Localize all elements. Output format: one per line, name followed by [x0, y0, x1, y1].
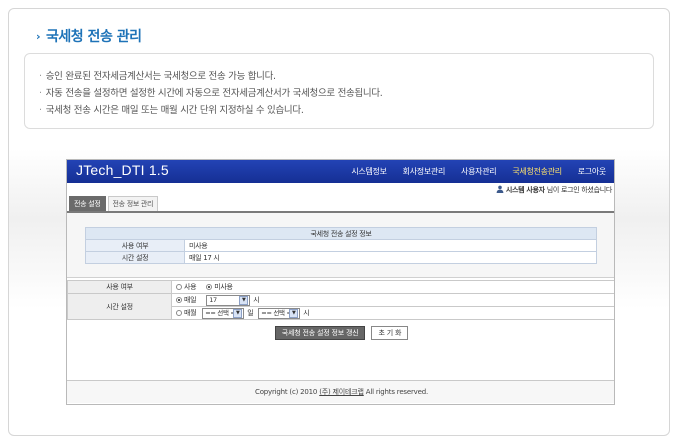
settings-label: 시간 설정: [85, 251, 185, 264]
top-nav: 시스템정보 회사정보관리 사용자관리 국세청전송관리 로그아웃: [343, 160, 614, 183]
nav-user-management[interactable]: 사용자관리: [453, 160, 504, 183]
daily-options: 매일 17 ▼ 시: [171, 293, 614, 307]
bullet-icon: ·: [39, 88, 42, 99]
table-row: 시간 설정 매일 17 시: [85, 251, 597, 264]
monthly-hour-select[interactable]: == 선택 == ▼: [258, 307, 301, 319]
update-settings-button[interactable]: 국세청 전송 설정 정보 갱신: [274, 326, 366, 340]
reset-button[interactable]: 초 기 화: [371, 326, 409, 340]
monthly-day-select[interactable]: == 선택 == ▼: [202, 307, 245, 319]
form-row-daily: 시간 설정 매일 17 ▼ 시: [67, 293, 614, 320]
monthly-options: 매월 == 선택 == ▼ 일 == 선택 == ▼ 시: [171, 306, 614, 320]
table-row: 사용 여부 미사용: [85, 239, 597, 252]
notice-box: · 승인 완료된 전자세금계산서는 국세청으로 전송 가능 합니다. · 자동 전송…: [24, 53, 654, 129]
page-title: › 국세청 전송 관리: [36, 26, 142, 46]
daily-hour-select[interactable]: 17 ▼: [206, 294, 251, 306]
settings-value: 매일 17 시: [184, 251, 597, 264]
user-bar: 시스템 사용자 님이 로그인 하셨습니다: [67, 183, 614, 196]
tab-bar: 전송 설정 전송 정보 관리: [67, 196, 614, 213]
tab-transmission-info[interactable]: 전송 정보 관리: [107, 196, 159, 211]
company-link[interactable]: (주) 제이테크랩: [319, 388, 364, 396]
settings-value: 미사용: [184, 239, 597, 252]
app-screenshot: JTech_DTI 1.5 시스템정보 회사정보관리 사용자관리 국세청전송관리…: [66, 159, 615, 405]
settings-label: 사용 여부: [85, 239, 185, 252]
use-label: 사용 여부: [67, 280, 172, 294]
radio-icon: [176, 310, 182, 316]
time-label: 시간 설정: [67, 293, 172, 320]
radio-icon: [176, 284, 182, 290]
settings-table-header: 국세청 전송 설정 정보: [85, 227, 597, 240]
form-row-use: 사용 여부 사용 미사용: [67, 280, 614, 294]
page: › 국세청 전송 관리 · 승인 완료된 전자세금계산서는 국세청으로 전송 가능 …: [0, 0, 680, 445]
notice-line: · 승인 완료된 전자세금계산서는 국세청으로 전송 가능 합니다.: [39, 71, 276, 82]
user-icon: [496, 185, 504, 193]
notice-line: · 국세청 전송 시간은 매일 또는 매월 시간 단위 지정하실 수 있습니다.: [39, 105, 304, 116]
settings-form: 사용 여부 사용 미사용 시간 설정 매일 17 ▼ 시 매월 == 선택 == ▼ 일…: [67, 280, 614, 320]
bullet-icon: ·: [39, 71, 42, 82]
nav-system-info[interactable]: 시스템정보: [343, 160, 394, 183]
monthly-radio[interactable]: 매월: [176, 309, 197, 317]
current-settings-table: 국세청 전송 설정 정보 사용 여부 미사용 시간 설정 매일 17 시: [85, 227, 597, 264]
nav-nts-transmission[interactable]: 국세청전송관리: [504, 160, 569, 183]
bullet-icon: ·: [39, 105, 42, 116]
login-status: 시스템 사용자 님이 로그인 하셨습니다: [496, 185, 612, 195]
radio-selected-icon: [176, 297, 182, 303]
use-radio-off[interactable]: 미사용: [206, 283, 233, 291]
app-logo: JTech_DTI 1.5: [76, 162, 169, 178]
daily-radio[interactable]: 매일: [176, 296, 197, 304]
use-radio-on[interactable]: 사용: [176, 283, 197, 291]
chevron-down-icon: ▼: [233, 308, 243, 318]
notice-line: · 자동 전송을 설정하면 설정한 시간에 자동으로 전자세금계산서가 국세청으로…: [39, 88, 383, 99]
chevron-down-icon: ▼: [239, 295, 249, 305]
chevron-right-icon: ›: [36, 30, 41, 43]
nav-company-info[interactable]: 회사정보관리: [395, 160, 453, 183]
radio-selected-icon: [206, 284, 213, 290]
use-options: 사용 미사용: [171, 280, 614, 294]
footer: Copyright (c) 2010 (주) 제이테크랩 All rights …: [67, 380, 614, 403]
tab-transmission-settings[interactable]: 전송 설정: [69, 196, 106, 211]
current-settings-section: 국세청 전송 설정 정보 사용 여부 미사용 시간 설정 매일 17 시: [67, 213, 614, 278]
page-title-text: 국세청 전송 관리: [46, 29, 142, 45]
action-buttons: 국세청 전송 설정 정보 갱신 초 기 화: [67, 326, 614, 340]
chevron-down-icon: ▼: [289, 308, 299, 318]
nav-logout[interactable]: 로그아웃: [570, 160, 614, 183]
app-header: JTech_DTI 1.5 시스템정보 회사정보관리 사용자관리 국세청전송관리…: [67, 160, 614, 183]
